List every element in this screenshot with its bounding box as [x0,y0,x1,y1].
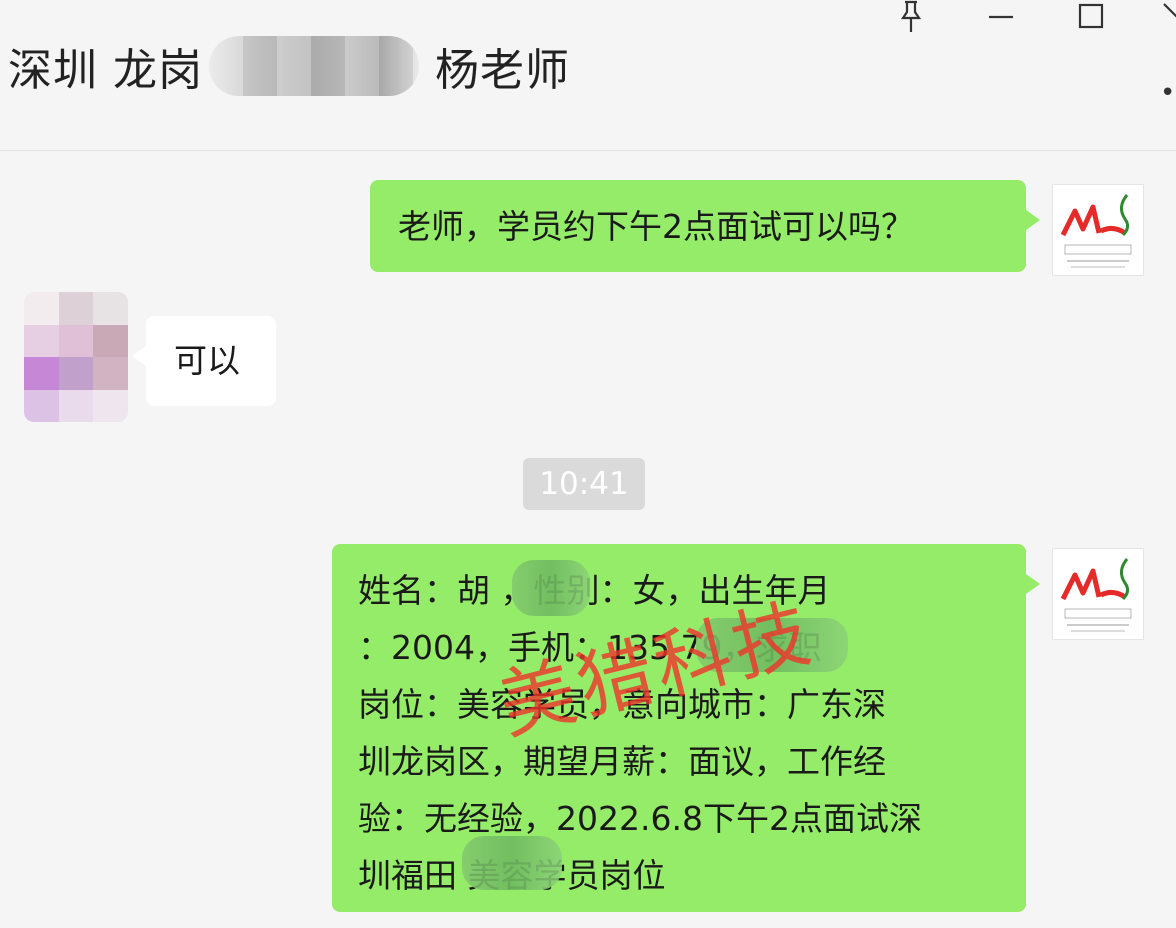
timestamp-text: 10:41 [539,466,629,502]
privacy-blur [512,560,590,616]
chat-header: 深圳 龙岗 杨老师 • [0,0,1176,151]
contact-avatar[interactable] [24,292,128,422]
message-timestamp: 10:41 [523,458,645,510]
message-bubble-incoming[interactable]: 可以 [132,316,276,406]
pin-icon[interactable] [896,0,926,34]
message-text: 可以 [174,341,240,380]
brand-logo-icon [1060,558,1132,632]
chat-title: 深圳 龙岗 杨老师 [8,34,570,98]
minimize-icon[interactable] [986,0,1016,34]
message-line: 圳福田 美容学员岗位 [358,856,666,895]
close-icon[interactable] [1162,0,1176,34]
message-text: 老师，学员约下午2点面试可以吗？ [398,207,914,246]
maximize-icon[interactable] [1076,0,1106,34]
chat-title-suffix: 杨老师 [435,45,570,96]
privacy-blur [462,836,562,890]
more-dots-icon[interactable]: • [1160,78,1175,108]
own-avatar[interactable] [1052,184,1144,276]
chat-title-prefix: 深圳 龙岗 [8,45,203,96]
message-line: 圳龙岗区，期望月薪：面议，工作经 [358,742,886,781]
message-line: 验：无经验，2022.6.8下午2点面试深 [358,799,922,838]
blurred-name [209,36,419,96]
brand-logo-icon [1060,194,1132,268]
own-avatar[interactable] [1052,548,1144,640]
message-bubble-outgoing[interactable]: 老师，学员约下午2点面试可以吗？ [370,180,1040,272]
